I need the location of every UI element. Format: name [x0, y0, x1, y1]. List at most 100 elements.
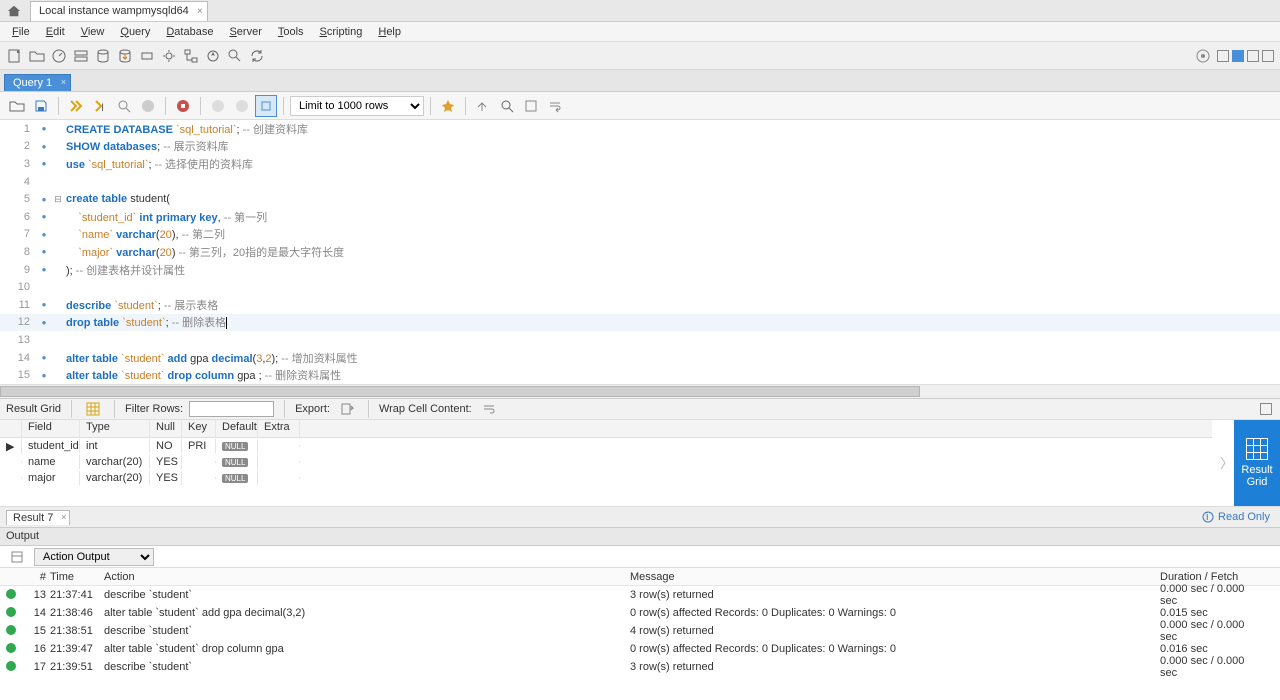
menu-query[interactable]: Query [112, 24, 158, 40]
diagram-icon[interactable] [180, 45, 202, 67]
result-tab[interactable]: Result 7 × [6, 510, 70, 525]
open-sql-icon[interactable] [26, 45, 48, 67]
log-row[interactable]: 1621:39:47alter table `student` drop col… [0, 640, 1280, 658]
layout-2-button[interactable] [1232, 50, 1244, 62]
open-file-icon[interactable] [6, 95, 28, 117]
col-header[interactable]: Null [150, 420, 182, 437]
menu-scripting[interactable]: Scripting [312, 24, 371, 40]
code-line[interactable]: 7● `name` varchar(20), -- 第二列 [0, 226, 1280, 244]
export-icon[interactable] [336, 398, 358, 420]
beautify-icon[interactable] [472, 95, 494, 117]
side-handle[interactable] [1212, 420, 1234, 506]
menu-bar: FileEditViewQueryDatabaseServerToolsScri… [0, 22, 1280, 42]
autocommit-icon[interactable] [255, 95, 277, 117]
limit-select[interactable]: Limit to 1000 rows [290, 96, 424, 116]
invisible-chars-icon[interactable] [520, 95, 542, 117]
log-body: 1321:37:41describe `student`3 row(s) ret… [0, 586, 1280, 676]
search-icon[interactable] [224, 45, 246, 67]
table-row[interactable]: namevarchar(20)YESNULL [0, 454, 1212, 470]
query-tab[interactable]: Query 1 × [4, 74, 71, 91]
migration-icon[interactable] [136, 45, 158, 67]
log-header: # Time Action Message Duration / Fetch [0, 568, 1280, 586]
status-ok-icon [6, 589, 16, 599]
code-line[interactable]: 12●drop table `student`; -- 删除表格 [0, 314, 1280, 332]
code-line[interactable]: 6● `student_id` int primary key, -- 第一列 [0, 208, 1280, 226]
log-row[interactable]: 1521:38:51describe `student`4 row(s) ret… [0, 622, 1280, 640]
close-icon[interactable]: × [61, 77, 66, 87]
code-line[interactable]: 15●alter table `student` drop column gpa… [0, 366, 1280, 384]
layout-4-button[interactable] [1262, 50, 1274, 62]
col-header[interactable]: Field [22, 420, 80, 437]
notifications-icon[interactable] [1192, 45, 1214, 67]
explain-icon[interactable] [113, 95, 135, 117]
col-header[interactable]: Type [80, 420, 150, 437]
reconnect-icon[interactable] [246, 45, 268, 67]
table-row[interactable]: majorvarchar(20)YESNULL [0, 470, 1212, 486]
execute-cursor-icon[interactable]: I [89, 95, 111, 117]
menu-help[interactable]: Help [370, 24, 409, 40]
menu-database[interactable]: Database [158, 24, 221, 40]
stop-on-error-icon[interactable] [172, 95, 194, 117]
wrap-icon[interactable] [544, 95, 566, 117]
clear-output-icon[interactable] [6, 546, 28, 568]
visual-icon[interactable] [158, 45, 180, 67]
code-line[interactable]: 14●alter table `student` add gpa decimal… [0, 349, 1280, 367]
find-icon[interactable] [496, 95, 518, 117]
code-line[interactable]: 5●⊟create table student( [0, 190, 1280, 208]
code-line[interactable]: 13 [0, 331, 1280, 349]
grid-header: FieldTypeNullKeyDefaultExtra [0, 420, 1212, 438]
status-ok-icon [6, 643, 16, 653]
code-line[interactable]: 8● `major` varchar(20) -- 第三列，20指的是最大字符长… [0, 243, 1280, 261]
code-line[interactable]: 9●); -- 创建表格并设计属性 [0, 261, 1280, 279]
result-grid-side-tab[interactable]: Result Grid [1234, 420, 1280, 506]
menu-server[interactable]: Server [221, 24, 269, 40]
data-export-icon[interactable] [92, 45, 114, 67]
col-header[interactable]: Extra [258, 420, 300, 437]
col-header[interactable]: Default [216, 420, 258, 437]
connection-tab[interactable]: Local instance wampmysqld64 × [30, 1, 208, 21]
grid-icon [1246, 438, 1268, 460]
commit-icon[interactable] [207, 95, 229, 117]
code-line[interactable]: 2●SHOW databases; -- 展示资料库 [0, 138, 1280, 156]
bookmark-icon[interactable] [437, 95, 459, 117]
layout-3-button[interactable] [1247, 50, 1259, 62]
table-row[interactable]: ▶student_idintNOPRINULL [0, 438, 1212, 454]
stop-icon[interactable] [137, 95, 159, 117]
code-line[interactable]: 11●describe `student`; -- 展示表格 [0, 296, 1280, 314]
filter-rows-label: Filter Rows: [125, 403, 183, 415]
menu-tools[interactable]: Tools [270, 24, 312, 40]
horizontal-scrollbar[interactable] [0, 384, 1280, 398]
col-header[interactable]: Key [182, 420, 216, 437]
connection-tab-label: Local instance wampmysqld64 [39, 5, 189, 17]
close-icon[interactable]: × [61, 512, 66, 522]
side-tab-label: Result Grid [1241, 464, 1272, 488]
execute-icon[interactable] [65, 95, 87, 117]
output-type-select[interactable]: Action Output [34, 548, 154, 566]
server-admin-icon[interactable] [70, 45, 92, 67]
result-grid-icon[interactable] [82, 398, 104, 420]
code-line[interactable]: 3●use `sql_tutorial`; -- 选择使用的资料库 [0, 155, 1280, 173]
code-line[interactable]: 10 [0, 278, 1280, 296]
schema-sync-icon[interactable] [202, 45, 224, 67]
code-line[interactable]: 4 [0, 173, 1280, 191]
wrap-cell-icon[interactable] [478, 398, 500, 420]
save-icon[interactable] [30, 95, 52, 117]
data-import-icon[interactable] [114, 45, 136, 67]
sql-editor[interactable]: 1●CREATE DATABASE `sql_tutorial`; -- 创建资… [0, 120, 1280, 384]
menu-view[interactable]: View [73, 24, 113, 40]
log-row[interactable]: 1321:37:41describe `student`3 row(s) ret… [0, 586, 1280, 604]
code-line[interactable]: 1●CREATE DATABASE `sql_tutorial`; -- 创建资… [0, 120, 1280, 138]
close-icon[interactable]: × [197, 6, 203, 17]
log-row[interactable]: 1721:39:51describe `student`3 row(s) ret… [0, 658, 1280, 676]
new-sql-tab-icon[interactable] [4, 45, 26, 67]
layout-1-button[interactable] [1217, 50, 1229, 62]
log-row[interactable]: 1421:38:46alter table `student` add gpa … [0, 604, 1280, 622]
filter-rows-input[interactable] [189, 401, 274, 417]
output-toolbar: Action Output [0, 546, 1280, 568]
menu-file[interactable]: File [4, 24, 38, 40]
rollback-icon[interactable] [231, 95, 253, 117]
menu-edit[interactable]: Edit [38, 24, 73, 40]
dashboard-icon[interactable] [48, 45, 70, 67]
home-icon[interactable] [4, 2, 24, 20]
toggle-panel-button[interactable] [1260, 403, 1272, 415]
